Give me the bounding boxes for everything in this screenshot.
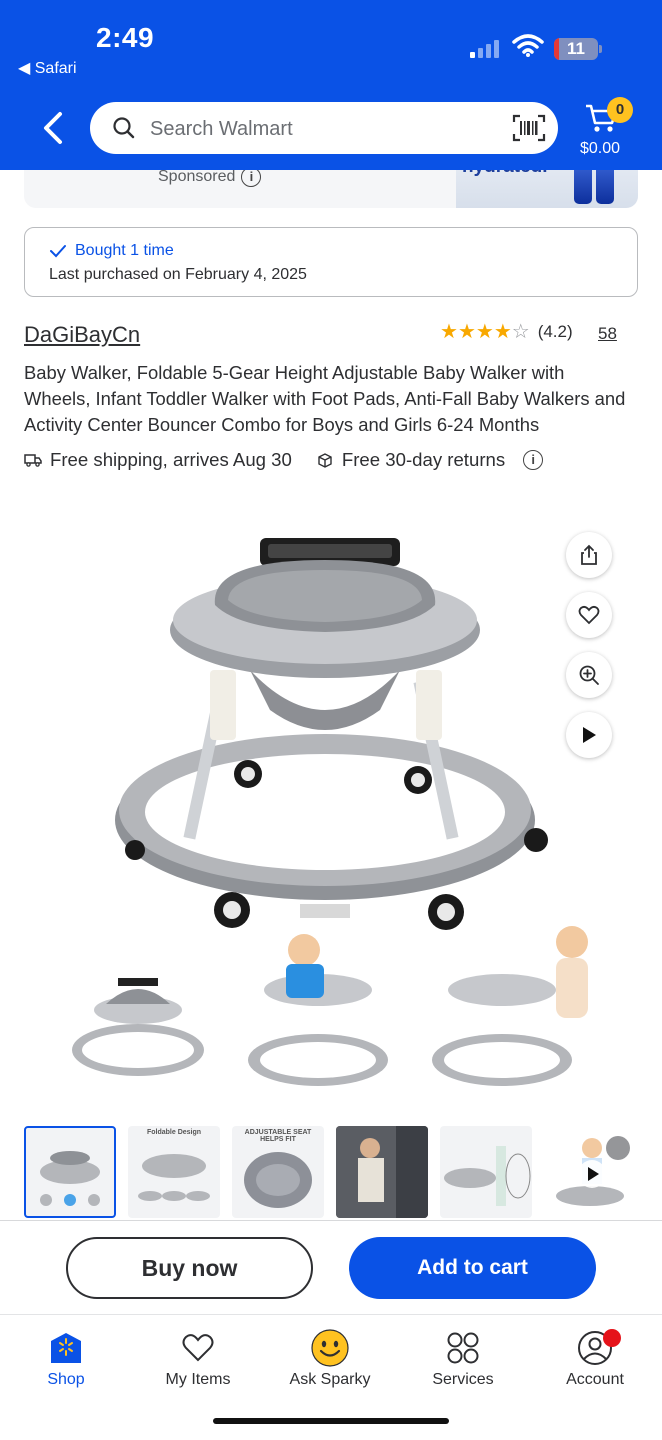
search-icon (113, 117, 135, 139)
back-arrow-icon[interactable] (38, 110, 70, 146)
play-icon (583, 727, 596, 743)
tab-label: Account (566, 1371, 624, 1388)
back-to-safari[interactable]: ◀ Safari (18, 58, 77, 78)
notification-dot (603, 1329, 621, 1347)
bought-label: Bought 1 time (75, 242, 174, 259)
returns-box-icon (318, 453, 332, 468)
info-icon[interactable]: i (241, 167, 262, 187)
bought-count: Bought 1 time (49, 242, 174, 260)
tab-label: Services (432, 1371, 494, 1388)
zoom-in-icon (579, 665, 599, 685)
review-count-link[interactable]: 58 (598, 324, 617, 344)
thumbnail[interactable]: Foldable Design (128, 1126, 220, 1218)
checkmark-icon (50, 245, 66, 258)
add-to-cart-button[interactable]: Add to cart (349, 1237, 596, 1299)
battery-level: 11 (567, 39, 585, 58)
star-icon: ★ (475, 321, 494, 343)
thumbnail-strip: Foldable Design ADJUSTABLE SEAT HELPS FI… (24, 1126, 662, 1220)
tab-label: My Items (165, 1371, 231, 1388)
shipping-text: Free shipping, arrives Aug 30 (50, 449, 292, 470)
star-outline-icon: ☆ (511, 321, 530, 343)
top-header: 2:49 ◀ Safari 11 Search Walmart 0 $0.00 (0, 0, 662, 170)
shipping-info: Free shipping, arrives Aug 30 (24, 449, 292, 471)
search-input[interactable]: Search Walmart (90, 102, 558, 154)
tab-services[interactable]: Services (408, 1329, 518, 1389)
purchase-action-bar: Buy now Add to cart (0, 1220, 662, 1314)
cart-count-badge: 0 (607, 97, 633, 123)
thumbnail[interactable] (336, 1126, 428, 1218)
tab-ask-sparky[interactable]: Ask Sparky (275, 1329, 385, 1389)
star-rating[interactable]: ★ ★ ★ ★ ☆ (4.2) (440, 322, 573, 342)
fulfillment-info: Free shipping, arrives Aug 30 Free 30-da… (24, 448, 544, 472)
sparky-icon (311, 1329, 349, 1367)
star-icon: ★ (493, 321, 512, 343)
tab-shop[interactable]: Shop (11, 1329, 121, 1389)
barcode-scanner-icon[interactable] (512, 114, 546, 142)
search-placeholder: Search Walmart (150, 118, 293, 140)
star-icon: ★ (457, 321, 476, 343)
cellular-signal-icon (470, 38, 499, 58)
tab-label: Ask Sparky (289, 1371, 371, 1388)
product-variant-illustration (72, 926, 588, 1086)
returns-text: Free 30-day returns (341, 449, 506, 470)
play-video-button[interactable] (566, 712, 612, 758)
wifi-icon (512, 34, 544, 57)
rating-value: (4.2) (537, 322, 573, 341)
last-purchased-date: Last purchased on February 4, 2025 (49, 266, 307, 283)
product-main-image[interactable] (80, 520, 580, 940)
thumbnail-label: ADJUSTABLE SEAT HELPS FIT (244, 1129, 312, 1143)
home-indicator[interactable] (213, 1418, 449, 1424)
tab-my-items[interactable]: My Items (143, 1329, 253, 1389)
heart-icon (182, 1334, 214, 1362)
thumbnail[interactable] (24, 1126, 116, 1218)
thumbnail[interactable] (440, 1126, 532, 1218)
buy-now-button[interactable]: Buy now (66, 1237, 313, 1299)
info-icon[interactable]: i (523, 450, 544, 470)
heart-icon (578, 605, 600, 625)
brand-link[interactable]: DaGiBayCn (24, 322, 140, 348)
sponsored-text: Sponsored (158, 168, 236, 185)
product-page: 2:49 ◀ Safari 11 Search Walmart 0 $0.00 … (0, 0, 662, 1440)
tab-label: Shop (47, 1371, 85, 1388)
share-icon (581, 544, 597, 565)
tab-account[interactable]: Account (540, 1329, 650, 1389)
sponsored-label: Sponsored i (158, 167, 262, 187)
star-icon: ★ (440, 321, 458, 343)
zoom-button[interactable] (566, 652, 612, 698)
shop-icon (51, 1333, 81, 1363)
favorite-button[interactable] (566, 592, 612, 638)
cart-total[interactable]: $0.00 (580, 140, 620, 158)
status-time: 2:49 (96, 22, 155, 53)
thumbnail-video[interactable] (544, 1126, 636, 1218)
truck-icon (24, 454, 42, 467)
returns-info: Free 30-day returns i (316, 449, 544, 471)
thumbnail-label: Foldable Design (146, 1129, 202, 1136)
purchase-history-card: Bought 1 time Last purchased on February… (24, 227, 638, 297)
share-button[interactable] (566, 532, 612, 578)
thumbnail[interactable]: ADJUSTABLE SEAT HELPS FIT (232, 1126, 324, 1218)
product-title: Baby Walker, Foldable 5-Gear Height Adju… (24, 362, 626, 435)
battery-icon: 11 (554, 38, 598, 60)
services-icon (447, 1332, 479, 1364)
